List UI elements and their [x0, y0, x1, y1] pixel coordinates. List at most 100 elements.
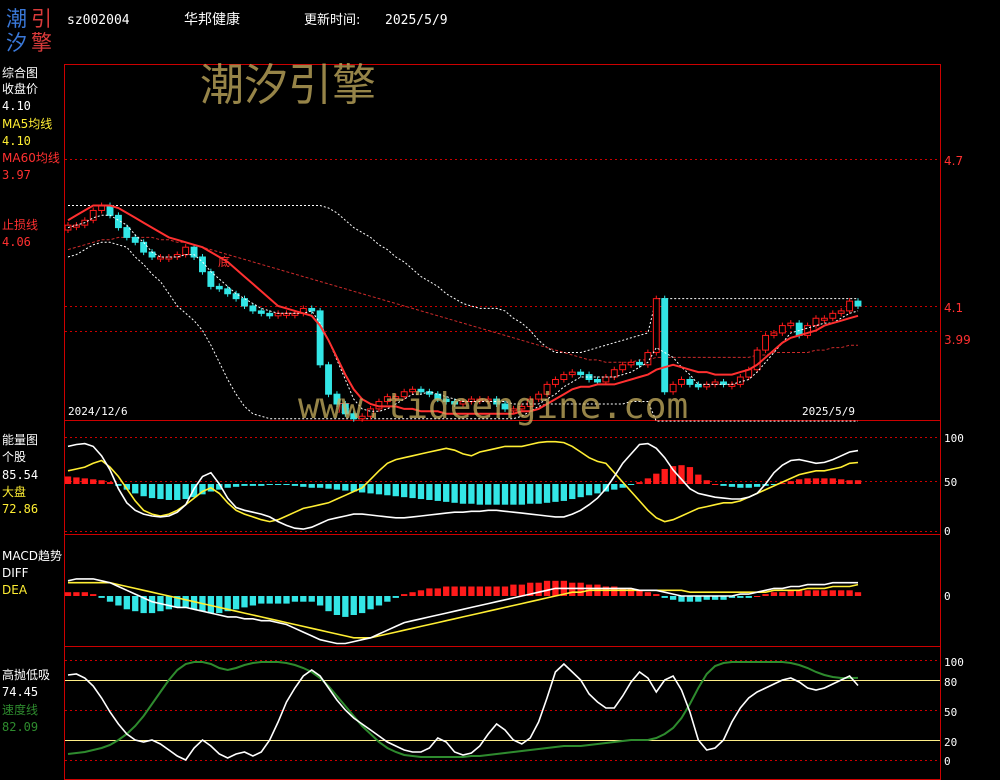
ma60-label: MA60均线 — [2, 151, 60, 165]
candle-down — [241, 298, 248, 307]
macd-bar-down — [678, 596, 685, 602]
macd-bar-up — [543, 580, 551, 596]
energy-bar-down — [384, 484, 391, 496]
macd-bar-down — [333, 596, 341, 615]
update-label: 更新时间: — [304, 12, 360, 28]
stock-name: 华邦健康 — [184, 11, 240, 28]
macd-bar-down — [232, 596, 240, 610]
ma60-line — [67, 236, 858, 363]
energy-bar-up — [695, 474, 702, 484]
macd-bar-down — [274, 596, 282, 604]
energy-bar-down — [753, 484, 761, 487]
candle-down — [308, 307, 316, 312]
energy-bar-down — [409, 484, 416, 499]
macd-bar-up — [459, 586, 467, 596]
macd-bar-up — [636, 590, 643, 596]
macd-bar-up — [779, 592, 786, 596]
candle-down — [266, 312, 274, 317]
speed-label: 速度线 — [2, 702, 38, 717]
energy-bar-down — [283, 484, 290, 485]
energy-bar-down — [325, 484, 332, 489]
macd-bar-up — [409, 592, 416, 596]
logo-char-3: 汐 — [6, 31, 27, 55]
candle-down — [636, 361, 643, 366]
energy-bar-down — [417, 484, 425, 500]
macd-bar-down — [148, 596, 156, 614]
macd-bar-down — [300, 596, 307, 602]
panel3-plot — [64, 578, 862, 645]
energy-bar-down — [249, 484, 257, 486]
macd-bar-up — [485, 586, 492, 596]
energy-bar-up — [73, 477, 80, 484]
macd-bar-up — [829, 590, 836, 596]
macd-bar-up — [468, 586, 475, 596]
candle-down — [190, 246, 198, 258]
energy-label-0: 0 — [944, 525, 951, 538]
candle-down — [215, 285, 223, 290]
macd-bar-down — [375, 596, 383, 606]
panel4-title: 高抛低吸 — [2, 667, 50, 682]
energy-bar-down — [148, 484, 156, 499]
stock-energy-label: 个股 — [2, 450, 26, 464]
energy-bar-down — [720, 484, 727, 486]
speed-value: 82.09 — [2, 720, 38, 734]
macd-bar-down — [106, 596, 114, 602]
energy-bar-down — [224, 484, 231, 488]
macd-bar-up — [753, 596, 761, 597]
chart-stage: 潮 引 汐 擎 sz002004 华邦健康 更新时间: 2025/5/9 4.7… — [2, 7, 971, 780]
energy-bar-up — [90, 479, 97, 484]
energy-bar-up — [644, 478, 652, 484]
hl-label-20: 20 — [944, 736, 957, 749]
macd-bar-down — [325, 596, 332, 612]
dea-label: DEA — [2, 583, 28, 597]
panel3-legend: MACD趋势 DIFF DEA — [2, 549, 62, 597]
macd-bar-down — [123, 596, 130, 610]
candle-down — [686, 379, 694, 385]
hl-label-50: 50 — [944, 706, 957, 719]
macd-bar-down — [358, 596, 366, 614]
panel2-legend: 能量图 个股 85.54 大盘 72.86 — [2, 433, 38, 516]
energy-bar-down — [232, 484, 240, 487]
panel1-title: 综合图 — [2, 65, 38, 80]
candle-down — [131, 236, 139, 243]
candle-down — [661, 298, 669, 393]
candle-up — [552, 379, 559, 385]
macd-bar-down — [249, 596, 257, 606]
panel4-frame — [64, 646, 941, 780]
candle-up — [619, 364, 627, 371]
candle-down — [854, 300, 862, 307]
energy-bar-down — [627, 484, 635, 485]
energy-bar-down — [392, 484, 399, 497]
macd-bar-down — [367, 596, 374, 610]
macd-bar-up — [426, 588, 433, 596]
macd-bar-up — [644, 592, 652, 596]
panel4-legend: 高抛低吸 74.45 速度线 82.09 — [2, 667, 50, 734]
candle-up — [602, 376, 610, 383]
energy-bar-up — [636, 482, 643, 484]
ma5-line — [67, 214, 859, 412]
macd-bar-down — [669, 596, 677, 600]
energy-bar-down — [728, 484, 736, 487]
macd-bar-up — [804, 590, 811, 596]
macd-bar-up — [569, 582, 576, 596]
energy-bar-up — [653, 473, 660, 484]
candle-down — [795, 322, 803, 336]
candle-up — [610, 369, 618, 378]
stock-code: sz002004 — [67, 13, 130, 28]
energy-bar-down — [569, 484, 576, 500]
energy-bar-up — [106, 482, 114, 484]
energy-bar-down — [468, 484, 475, 504]
candle-down — [257, 310, 265, 314]
macd-bar-up — [73, 592, 80, 596]
energy-bar-down — [291, 484, 299, 486]
macd-bar-down — [737, 596, 744, 598]
candle-up — [678, 379, 685, 385]
energy-bar-down — [501, 484, 509, 505]
candle-down — [316, 310, 324, 366]
energy-bar-up — [787, 481, 794, 484]
energy-bar-down — [594, 484, 601, 494]
stock-energy-value: 85.54 — [2, 468, 38, 482]
diff-label: DIFF — [2, 566, 29, 580]
energy-bar-down — [518, 484, 525, 505]
macd-bar-up — [535, 582, 542, 596]
